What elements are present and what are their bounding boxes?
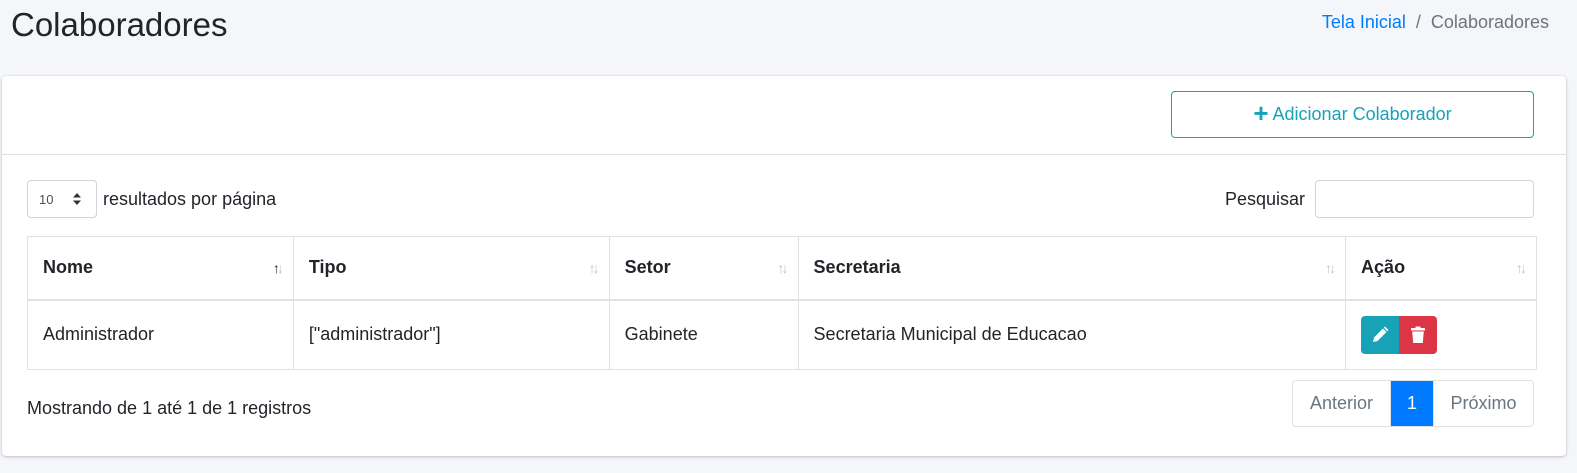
sort-arrows-icon: ↑↓ — [588, 259, 600, 276]
page-title: Colaboradores — [11, 6, 228, 43]
search-input[interactable] — [1315, 180, 1534, 218]
search-control: Pesquisar — [1225, 180, 1534, 218]
table-info: Mostrando de 1 até 1 de 1 registros — [27, 398, 312, 418]
cell-setor: Gabinete — [608, 299, 799, 370]
previous-page-button[interactable]: Anterior — [1293, 381, 1391, 426]
page-length-control: 10 resultados por página — [27, 180, 276, 218]
breadcrumb-current: Colaboradores — [1430, 12, 1549, 32]
column-header-acao[interactable]: Ação ↑↓ — [1345, 236, 1537, 301]
cell-secretaria: Secretaria Municipal de Educacao — [797, 299, 1347, 370]
row-actions — [1361, 315, 1521, 354]
next-page-button[interactable]: Próximo — [1433, 381, 1533, 426]
page-length-select[interactable]: 10 — [27, 180, 97, 218]
page-length-label: resultados por página — [103, 188, 277, 209]
trash-icon — [1411, 326, 1426, 343]
breadcrumb: Tela Inicial / Colaboradores — [1322, 12, 1549, 33]
card-header: + Adicionar Colaborador — [2, 76, 1566, 155]
cell-tipo: ["administrador"] — [292, 299, 610, 370]
column-header-nome[interactable]: Nome ↑↓ — [27, 236, 294, 301]
breadcrumb-separator: / — [1415, 12, 1421, 32]
add-collaborator-label: Adicionar Colaborador — [1272, 104, 1452, 124]
delete-button[interactable] — [1399, 315, 1438, 354]
cell-nome: Administrador — [27, 299, 294, 370]
table-header-row: Nome ↑↓ Tipo ↑↓ Setor ↑↓ Secretaria ↑↓ A… — [27, 236, 1537, 301]
add-collaborator-button[interactable]: + Adicionar Colaborador — [1171, 91, 1534, 138]
column-header-setor[interactable]: Setor ↑↓ — [608, 236, 799, 301]
search-label: Pesquisar — [1224, 188, 1305, 209]
collaborators-table: Nome ↑↓ Tipo ↑↓ Setor ↑↓ Secretaria ↑↓ A… — [27, 236, 1537, 370]
plus-icon: + — [1253, 98, 1269, 128]
page-1-button[interactable]: 1 — [1391, 381, 1433, 426]
table-row: Administrador ["administrador"] Gabinete… — [27, 299, 1537, 370]
column-header-tipo[interactable]: Tipo ↑↓ — [292, 236, 610, 301]
pagination: Anterior 1 Próximo — [1292, 380, 1534, 427]
pencil-icon — [1373, 326, 1389, 342]
page-length-value: 10 — [39, 191, 54, 207]
edit-button[interactable] — [1361, 315, 1400, 354]
sort-arrows-icon: ↑↓ — [1325, 259, 1336, 276]
cell-acao — [1345, 299, 1537, 370]
sort-arrows-icon: ↑↓ — [777, 259, 789, 276]
sort-arrows-icon: ↑↓ — [272, 259, 284, 276]
column-header-secretaria[interactable]: Secretaria ↑↓ — [797, 236, 1347, 301]
breadcrumb-home-link[interactable]: Tela Inicial — [1322, 12, 1406, 33]
collaborators-card: + Adicionar Colaborador 10 resultados po… — [2, 76, 1566, 456]
sort-arrows-icon: ↑↓ — [1516, 259, 1527, 276]
caret-up-down-icon — [73, 193, 81, 205]
